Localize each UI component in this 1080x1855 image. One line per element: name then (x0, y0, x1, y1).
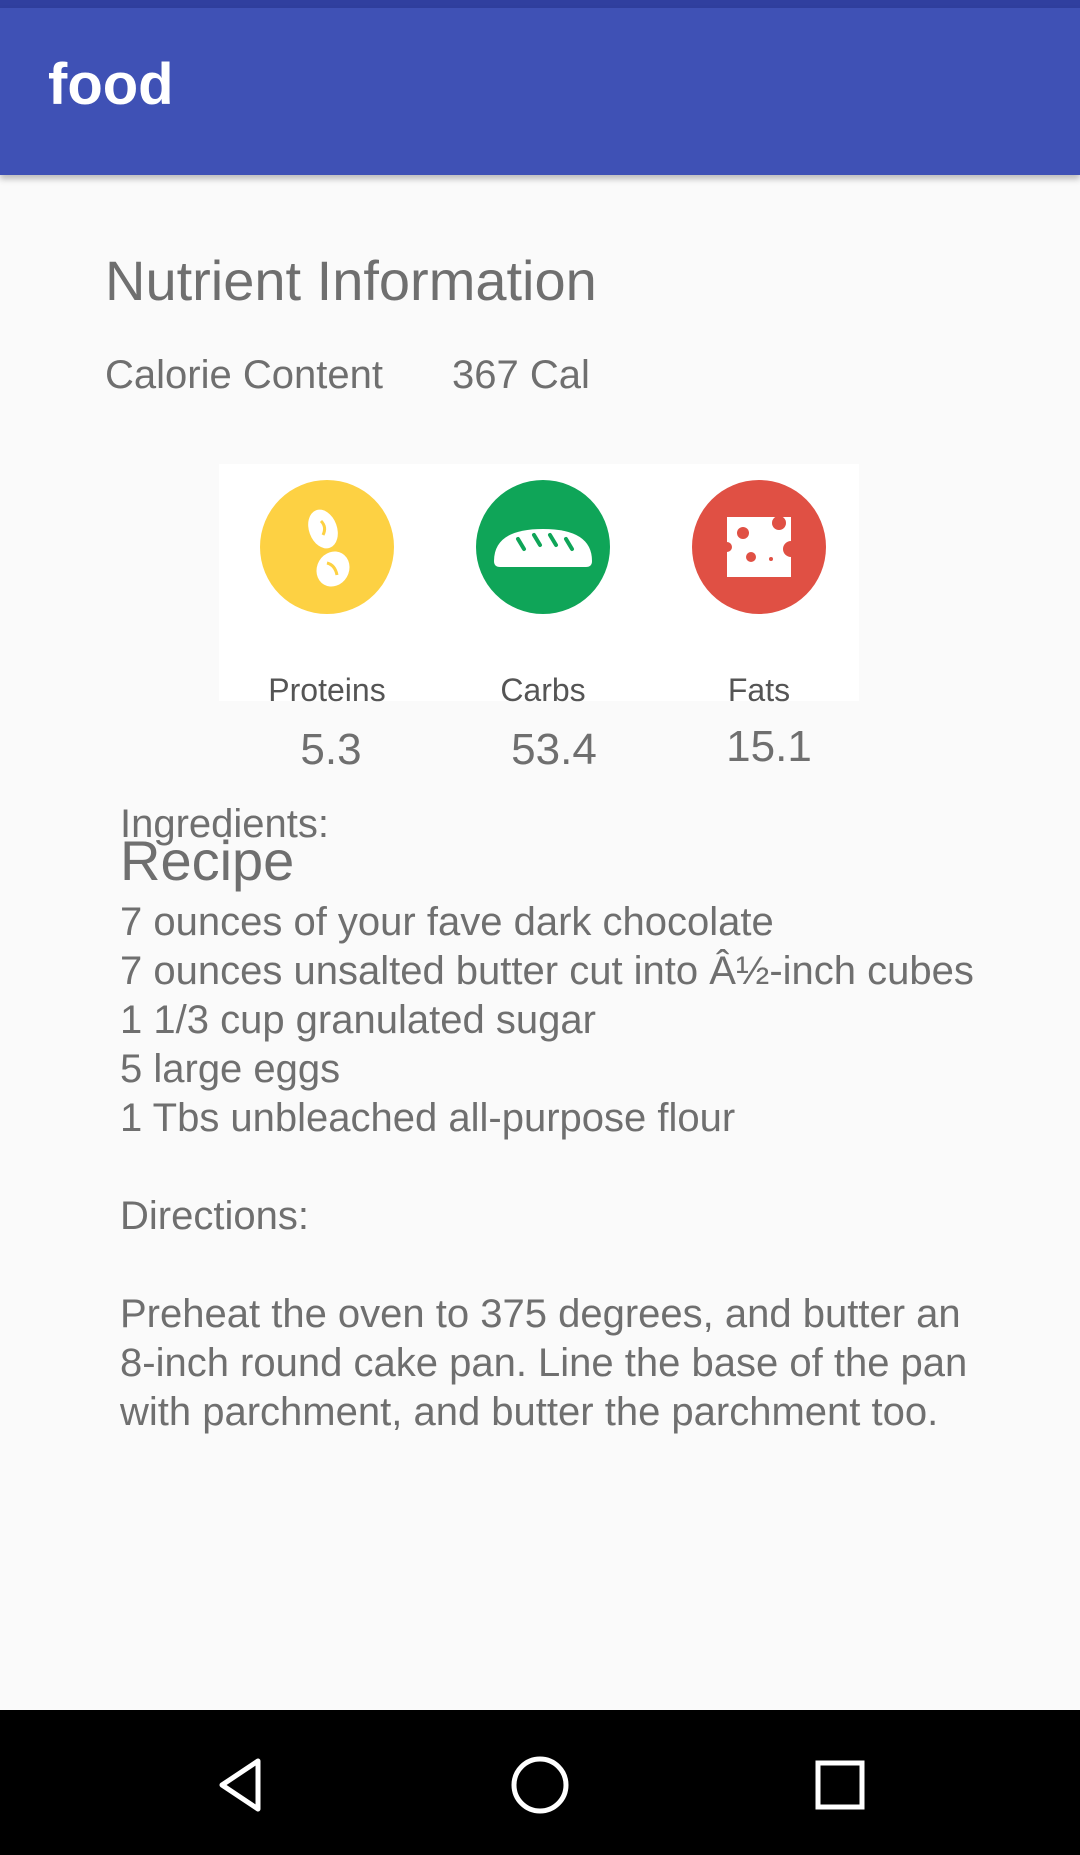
bean-icon (260, 480, 394, 614)
fats-value: 15.1 (726, 722, 812, 771)
directions-line: 8-inch round cake pan. Line the base of … (120, 1341, 968, 1385)
nutrient-card: Proteins Carbs Fats (219, 464, 859, 706)
proteins-value: 5.3 (300, 725, 362, 774)
calorie-label: Calorie Content (105, 353, 383, 397)
ingredient-item: 7 ounces of your fave dark chocolate (120, 900, 774, 944)
carbs-value: 53.4 (511, 725, 597, 774)
nutrient-carbs: Carbs (476, 480, 610, 706)
calorie-value: 367 Cal (452, 353, 590, 397)
home-icon[interactable] (505, 1750, 575, 1820)
directions-line: with parchment, and butter the parchment… (120, 1390, 939, 1434)
ingredient-item: 1 1/3 cup granulated sugar (120, 998, 596, 1042)
content-scroll[interactable]: Nutrient Information Calorie Content 367… (0, 175, 1080, 1710)
navigation-bar (0, 1710, 1080, 1855)
ingredient-item: 7 ounces unsalted butter cut into Â½-inc… (120, 949, 974, 993)
ingredient-item: 5 large eggs (120, 1047, 341, 1091)
screen: food Nutrient Information Calorie Conten… (0, 0, 1080, 1855)
cheese-icon (692, 480, 826, 614)
nutrient-label: Fats (727, 672, 791, 708)
bread-icon (476, 480, 610, 614)
ingredients-heading: Ingredients: (120, 802, 330, 846)
nutrient-label: Proteins (268, 672, 386, 708)
app-title: food (48, 52, 174, 117)
directions-heading: Directions: (120, 1194, 309, 1238)
app-bar: food (0, 8, 1080, 175)
recipe-text: Ingredients: 7 ounces of your fave dark … (120, 800, 1040, 1437)
status-bar (0, 0, 1080, 8)
ingredient-item: 1 Tbs unbleached all-purpose flour (120, 1096, 736, 1140)
nutrient-label: Carbs (500, 672, 586, 708)
directions-line: Preheat the oven to 375 degrees, and but… (120, 1292, 961, 1336)
nutrient-info-title: Nutrient Information (105, 249, 597, 312)
nutrient-proteins: Proteins (260, 480, 394, 706)
recents-icon[interactable] (805, 1750, 875, 1820)
back-icon[interactable] (205, 1750, 275, 1820)
nutrient-fats: Fats (692, 480, 826, 706)
